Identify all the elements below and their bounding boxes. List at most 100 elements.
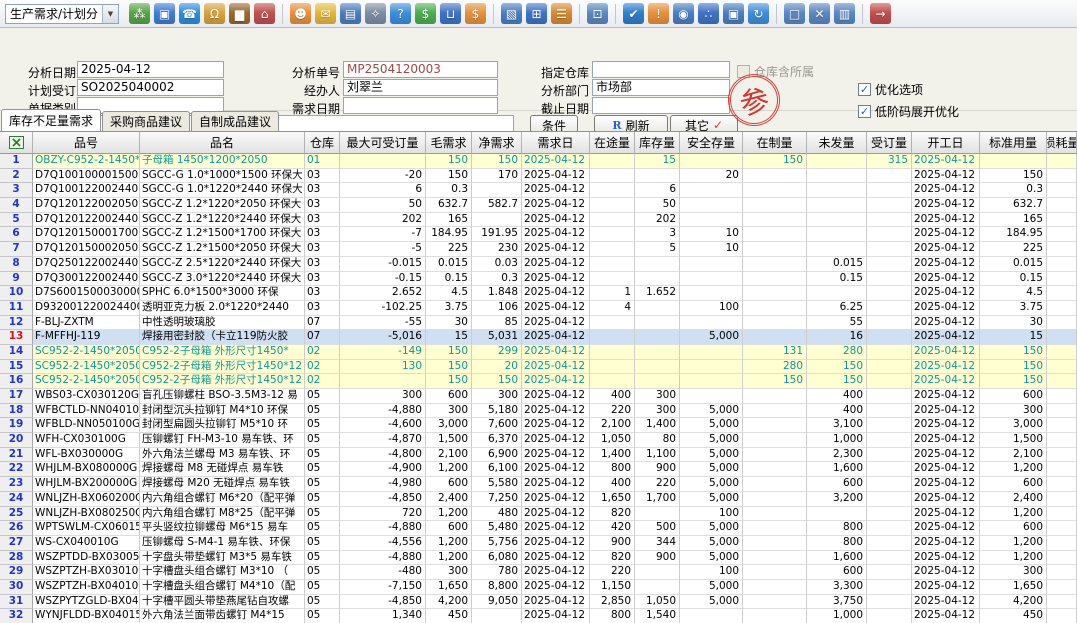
cell[interactable]: 2025-04-12 — [522, 492, 590, 507]
cell[interactable]: 4.5 — [980, 286, 1047, 301]
cell[interactable]: 2025-04-12 — [912, 507, 980, 522]
cell[interactable]: 2025-04-12 — [912, 448, 980, 463]
cell[interactable]: 2025-04-12 — [912, 301, 980, 316]
cell[interactable]: 15 — [635, 154, 680, 169]
cell[interactable] — [1047, 183, 1077, 198]
cell[interactable] — [635, 257, 680, 272]
cell[interactable]: 3.75 — [980, 301, 1047, 316]
cell[interactable]: 3,750 — [807, 595, 867, 610]
cell[interactable] — [867, 609, 912, 623]
cell[interactable]: 150 — [980, 374, 1047, 389]
cell[interactable]: 2025-04-12 — [522, 609, 590, 623]
cell[interactable] — [867, 580, 912, 595]
cell[interactable]: 450 — [426, 609, 472, 623]
column-header-4[interactable]: 最大可受订量 — [340, 132, 426, 154]
cell[interactable]: -4,850 — [340, 492, 426, 507]
table-row[interactable]: 11D932001220024400G透明亚克力板 2.0*1220*24400… — [0, 301, 1077, 316]
cell[interactable]: 6 — [340, 183, 426, 198]
cascade-windows-icon[interactable]: ▥ — [834, 3, 855, 24]
cell[interactable] — [680, 316, 743, 331]
cell[interactable]: 4,200 — [426, 595, 472, 610]
cell[interactable] — [743, 272, 807, 287]
cell[interactable]: 05 — [305, 507, 340, 522]
cell[interactable] — [1047, 448, 1077, 463]
cell[interactable]: 5 — [635, 242, 680, 257]
cell[interactable]: C952-2子母箱 外形尺寸1450*12 — [140, 360, 305, 375]
cell[interactable]: 1,500 — [980, 433, 1047, 448]
cell[interactable]: SGCC-G 1.0*1000*1500 环保大 — [140, 169, 305, 184]
cell[interactable]: 2025-04-12 — [522, 286, 590, 301]
cell[interactable]: 透明亚克力板 2.0*1220*2440 — [140, 301, 305, 316]
row-number[interactable]: 13 — [0, 330, 33, 345]
cell[interactable] — [1047, 492, 1077, 507]
cell[interactable] — [743, 257, 807, 272]
row-number[interactable]: 10 — [0, 286, 33, 301]
cell[interactable]: 1,400 — [590, 448, 635, 463]
cell[interactable] — [867, 242, 912, 257]
cell[interactable]: 632.7 — [426, 198, 472, 213]
cell[interactable]: 十字槽盘头组合螺钉 M4*10（配 — [140, 580, 305, 595]
cell[interactable]: 2025-04-12 — [912, 198, 980, 213]
cell[interactable]: 150 — [426, 345, 472, 360]
row-number[interactable]: 17 — [0, 389, 33, 404]
cell[interactable]: 7,250 — [472, 492, 522, 507]
cell[interactable]: 600 — [807, 477, 867, 492]
cell[interactable]: 1,150 — [590, 580, 635, 595]
cell[interactable] — [635, 169, 680, 184]
cell[interactable] — [867, 536, 912, 551]
cell[interactable] — [590, 316, 635, 331]
column-header-14[interactable]: 开工日 — [912, 132, 980, 154]
calculator-icon[interactable]: ⊞ — [526, 3, 547, 24]
cell[interactable]: 1,650 — [590, 492, 635, 507]
cell[interactable] — [867, 595, 912, 610]
cell[interactable] — [590, 330, 635, 345]
table-row[interactable]: 24WNLJZH-BX060200G内六角组合螺钉 M6*20（配平弹05-4,… — [0, 492, 1077, 507]
copy-docs-icon[interactable]: ⊡ — [587, 3, 608, 24]
cell[interactable] — [743, 301, 807, 316]
cell[interactable] — [1047, 286, 1077, 301]
row-number[interactable]: 12 — [0, 316, 33, 331]
cell[interactable]: 16 — [807, 330, 867, 345]
cell[interactable] — [590, 169, 635, 184]
workflow-icon[interactable]: ⁂ — [129, 3, 150, 24]
cell[interactable]: 内六角组合螺钉 M8*25（配平弹 — [140, 507, 305, 522]
customer-money-icon[interactable]: $ — [465, 3, 486, 24]
cell[interactable]: 3,000 — [426, 418, 472, 433]
cell[interactable]: 03 — [305, 227, 340, 242]
cell[interactable] — [743, 536, 807, 551]
cell[interactable]: 85 — [472, 316, 522, 331]
drawer-icon[interactable]: ☰ — [551, 3, 572, 24]
cell[interactable]: WSZPYTZGLD-BX040150G — [33, 595, 140, 610]
cell[interactable]: 2025-04-12 — [912, 154, 980, 169]
cell[interactable]: 05 — [305, 448, 340, 463]
cell[interactable]: 2025-04-12 — [912, 374, 980, 389]
cell[interactable] — [1047, 374, 1077, 389]
money-icon[interactable]: $ — [415, 3, 436, 24]
cell[interactable] — [1047, 345, 1077, 360]
cell[interactable]: 05 — [305, 609, 340, 623]
row-number[interactable]: 1 — [0, 154, 33, 169]
column-header-5[interactable]: 毛需求 — [426, 132, 472, 154]
cell[interactable]: WHJLM-BX200000G — [33, 477, 140, 492]
row-number[interactable]: 27 — [0, 536, 33, 551]
cell[interactable]: 900 — [635, 462, 680, 477]
cell[interactable]: 2.652 — [340, 286, 426, 301]
cell[interactable] — [1047, 198, 1077, 213]
cell[interactable] — [680, 257, 743, 272]
cell[interactable]: D7Q1201500020500G — [33, 242, 140, 257]
cell[interactable]: 80 — [635, 433, 680, 448]
cell[interactable]: 2025-04-12 — [522, 169, 590, 184]
users-icon[interactable]: ☻ — [290, 3, 311, 24]
cell[interactable] — [1047, 257, 1077, 272]
cell[interactable]: 6 — [635, 183, 680, 198]
cell[interactable]: -0.15 — [340, 272, 426, 287]
table-row[interactable]: 31WSZPYTZGLD-BX040150G十字槽平圆头带垫燕尾钻自攻螺05-4… — [0, 595, 1077, 610]
plan-order-field[interactable]: SO2025040002 — [77, 79, 224, 96]
cell[interactable] — [743, 551, 807, 566]
cell[interactable]: -4,556 — [340, 536, 426, 551]
cell[interactable] — [635, 316, 680, 331]
cell[interactable]: WNLJZH-BX060200G — [33, 492, 140, 507]
cell[interactable] — [590, 374, 635, 389]
cell[interactable]: 299 — [472, 345, 522, 360]
cell[interactable]: 05 — [305, 521, 340, 536]
